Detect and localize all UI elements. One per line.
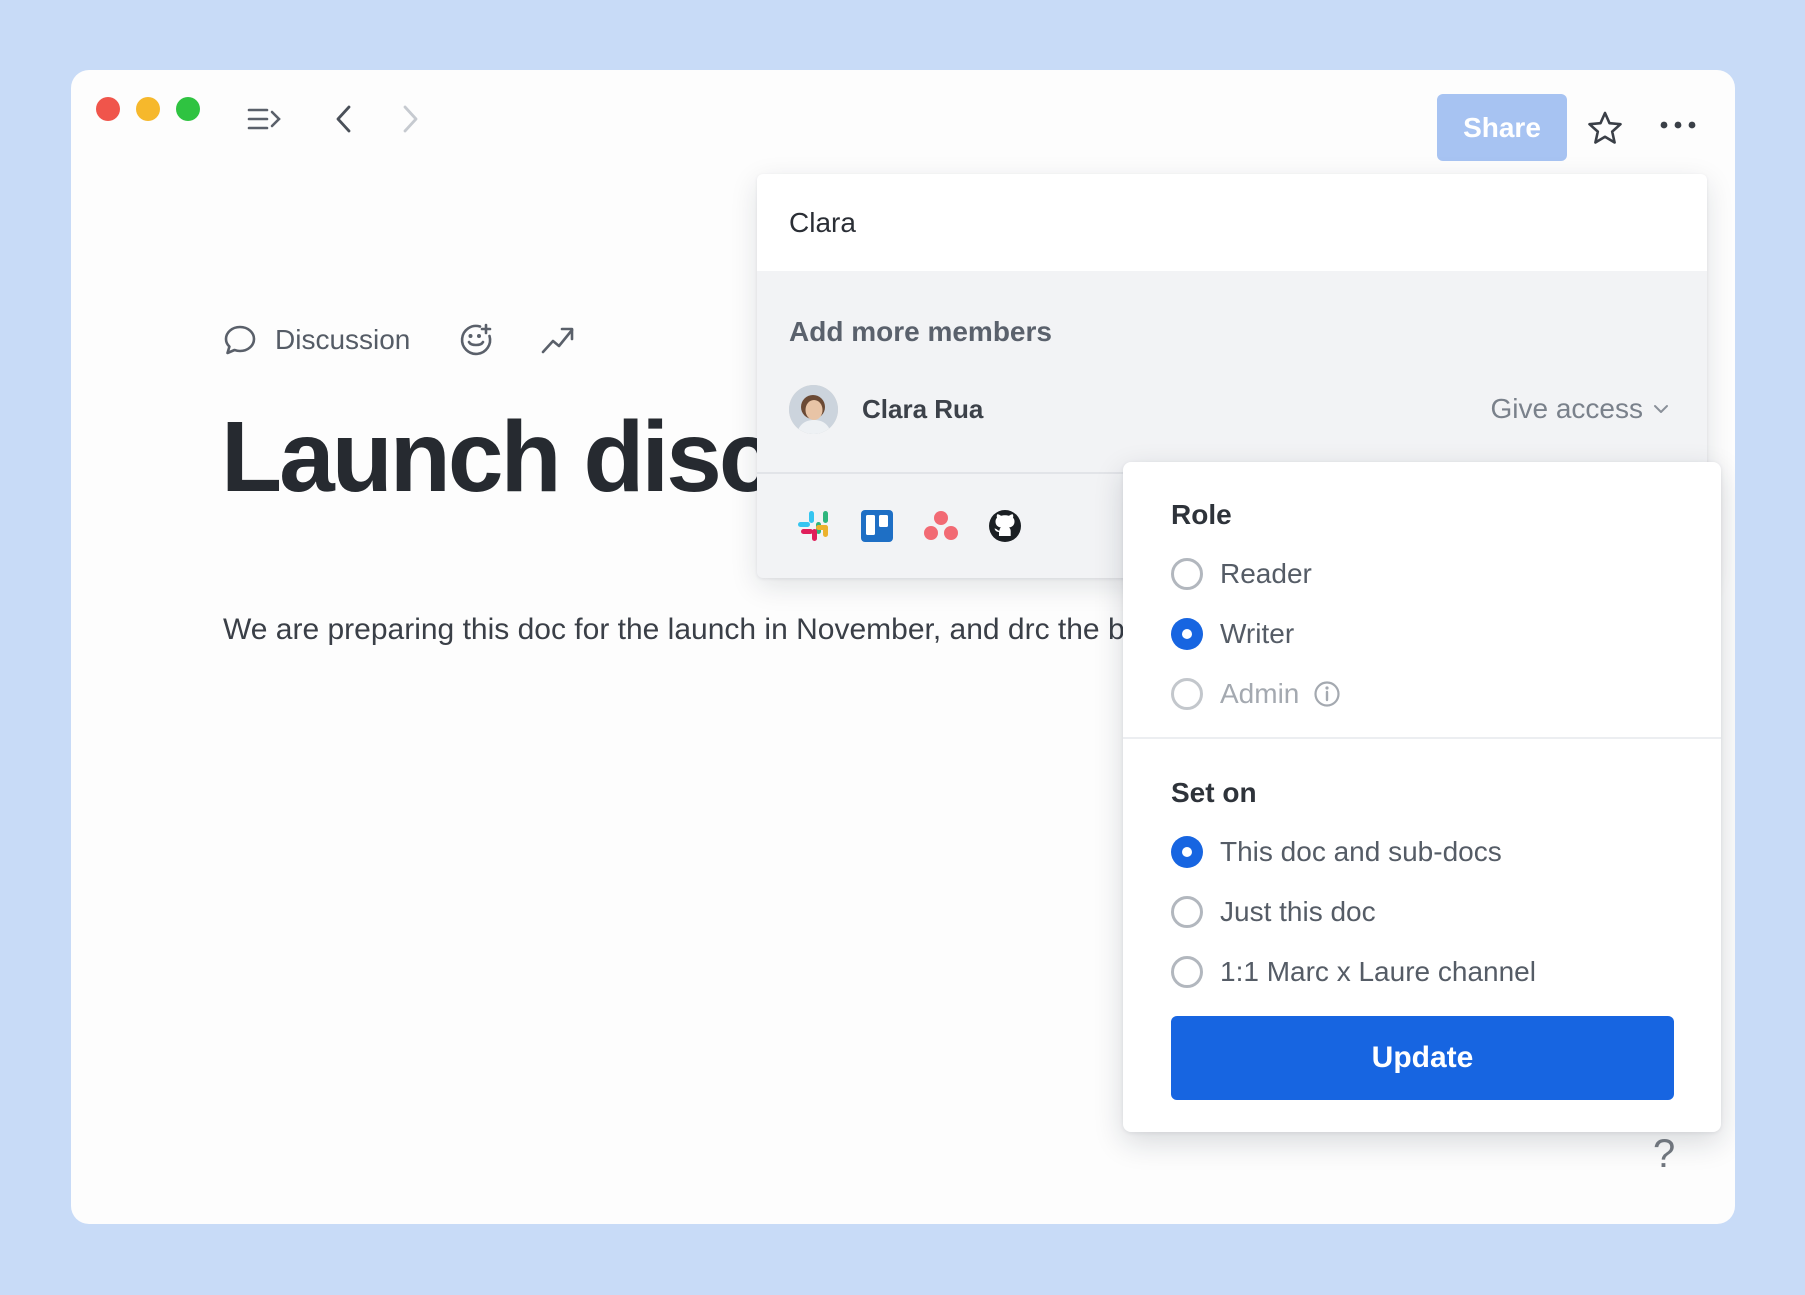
role-option-label: Admin	[1220, 678, 1300, 709]
minimize-window-button[interactable]	[136, 97, 160, 121]
page-title[interactable]: Launch disc	[221, 400, 774, 515]
trello-icon[interactable]	[857, 506, 897, 546]
radio-button-selected[interactable]	[1171, 618, 1203, 650]
discussion-label: Discussion	[275, 324, 411, 355]
chevron-down-icon	[1654, 405, 1668, 413]
role-option-reader[interactable]: Reader	[1171, 556, 1312, 592]
scope-option-just-this-doc[interactable]: Just this doc	[1171, 894, 1376, 930]
share-button[interactable]: Share	[1437, 94, 1567, 161]
add-reaction-icon[interactable]	[458, 322, 494, 358]
trending-icon[interactable]	[540, 324, 576, 356]
sidebar-toggle-icon[interactable]	[247, 106, 283, 132]
give-access-label: Give access	[1490, 393, 1644, 424]
role-option-admin: Admin	[1171, 676, 1341, 712]
scope-option-label: Just this doc	[1220, 896, 1376, 927]
forward-icon[interactable]	[399, 104, 421, 134]
member-row[interactable]: Clara Rua Give access	[789, 384, 1669, 434]
role-dropdown: Role Reader Writer Admin Set on This doc…	[1123, 462, 1721, 1132]
speech-bubble-icon	[224, 325, 256, 355]
radio-button[interactable]	[1171, 896, 1203, 928]
scope-option-doc-and-subdocs[interactable]: This doc and sub-docs	[1171, 834, 1502, 870]
member-name: Clara Rua	[862, 393, 984, 424]
slack-icon[interactable]	[793, 506, 833, 546]
add-more-members-heading: Add more members	[789, 316, 1052, 347]
integrations-bar	[793, 506, 1049, 546]
github-icon[interactable]	[985, 506, 1025, 546]
scope-option-channel[interactable]: 1:1 Marc x Laure channel	[1171, 954, 1536, 990]
set-on-heading: Set on	[1171, 777, 1257, 808]
divider	[1123, 737, 1721, 739]
more-icon[interactable]	[1659, 120, 1697, 130]
update-button[interactable]: Update	[1171, 1016, 1674, 1100]
give-access-dropdown[interactable]: Give access	[1491, 393, 1670, 425]
scope-option-label: This doc and sub-docs	[1220, 836, 1502, 867]
member-search-value: Clara	[789, 206, 856, 238]
asana-icon[interactable]	[921, 506, 961, 546]
help-button[interactable]: ?	[1653, 1132, 1675, 1177]
member-search-input[interactable]: Clara	[757, 174, 1707, 271]
app-window: Share Discussion Launch disc We are prep…	[71, 70, 1735, 1224]
discussion-button[interactable]: Discussion	[223, 324, 410, 356]
role-option-label: Reader	[1220, 558, 1312, 589]
doc-toolbar: Discussion	[223, 320, 576, 360]
back-icon[interactable]	[333, 104, 355, 134]
role-option-label: Writer	[1220, 618, 1295, 649]
radio-button-selected[interactable]	[1171, 836, 1203, 868]
scope-option-label: 1:1 Marc x Laure channel	[1220, 956, 1536, 987]
info-icon[interactable]	[1313, 680, 1341, 708]
star-icon[interactable]	[1587, 110, 1623, 146]
radio-button-disabled	[1171, 678, 1203, 710]
close-window-button[interactable]	[96, 97, 120, 121]
avatar	[789, 384, 838, 434]
role-option-writer[interactable]: Writer	[1171, 616, 1294, 652]
role-heading: Role	[1171, 499, 1232, 530]
radio-button[interactable]	[1171, 558, 1203, 590]
radio-button[interactable]	[1171, 956, 1203, 988]
zoom-window-button[interactable]	[176, 97, 200, 121]
